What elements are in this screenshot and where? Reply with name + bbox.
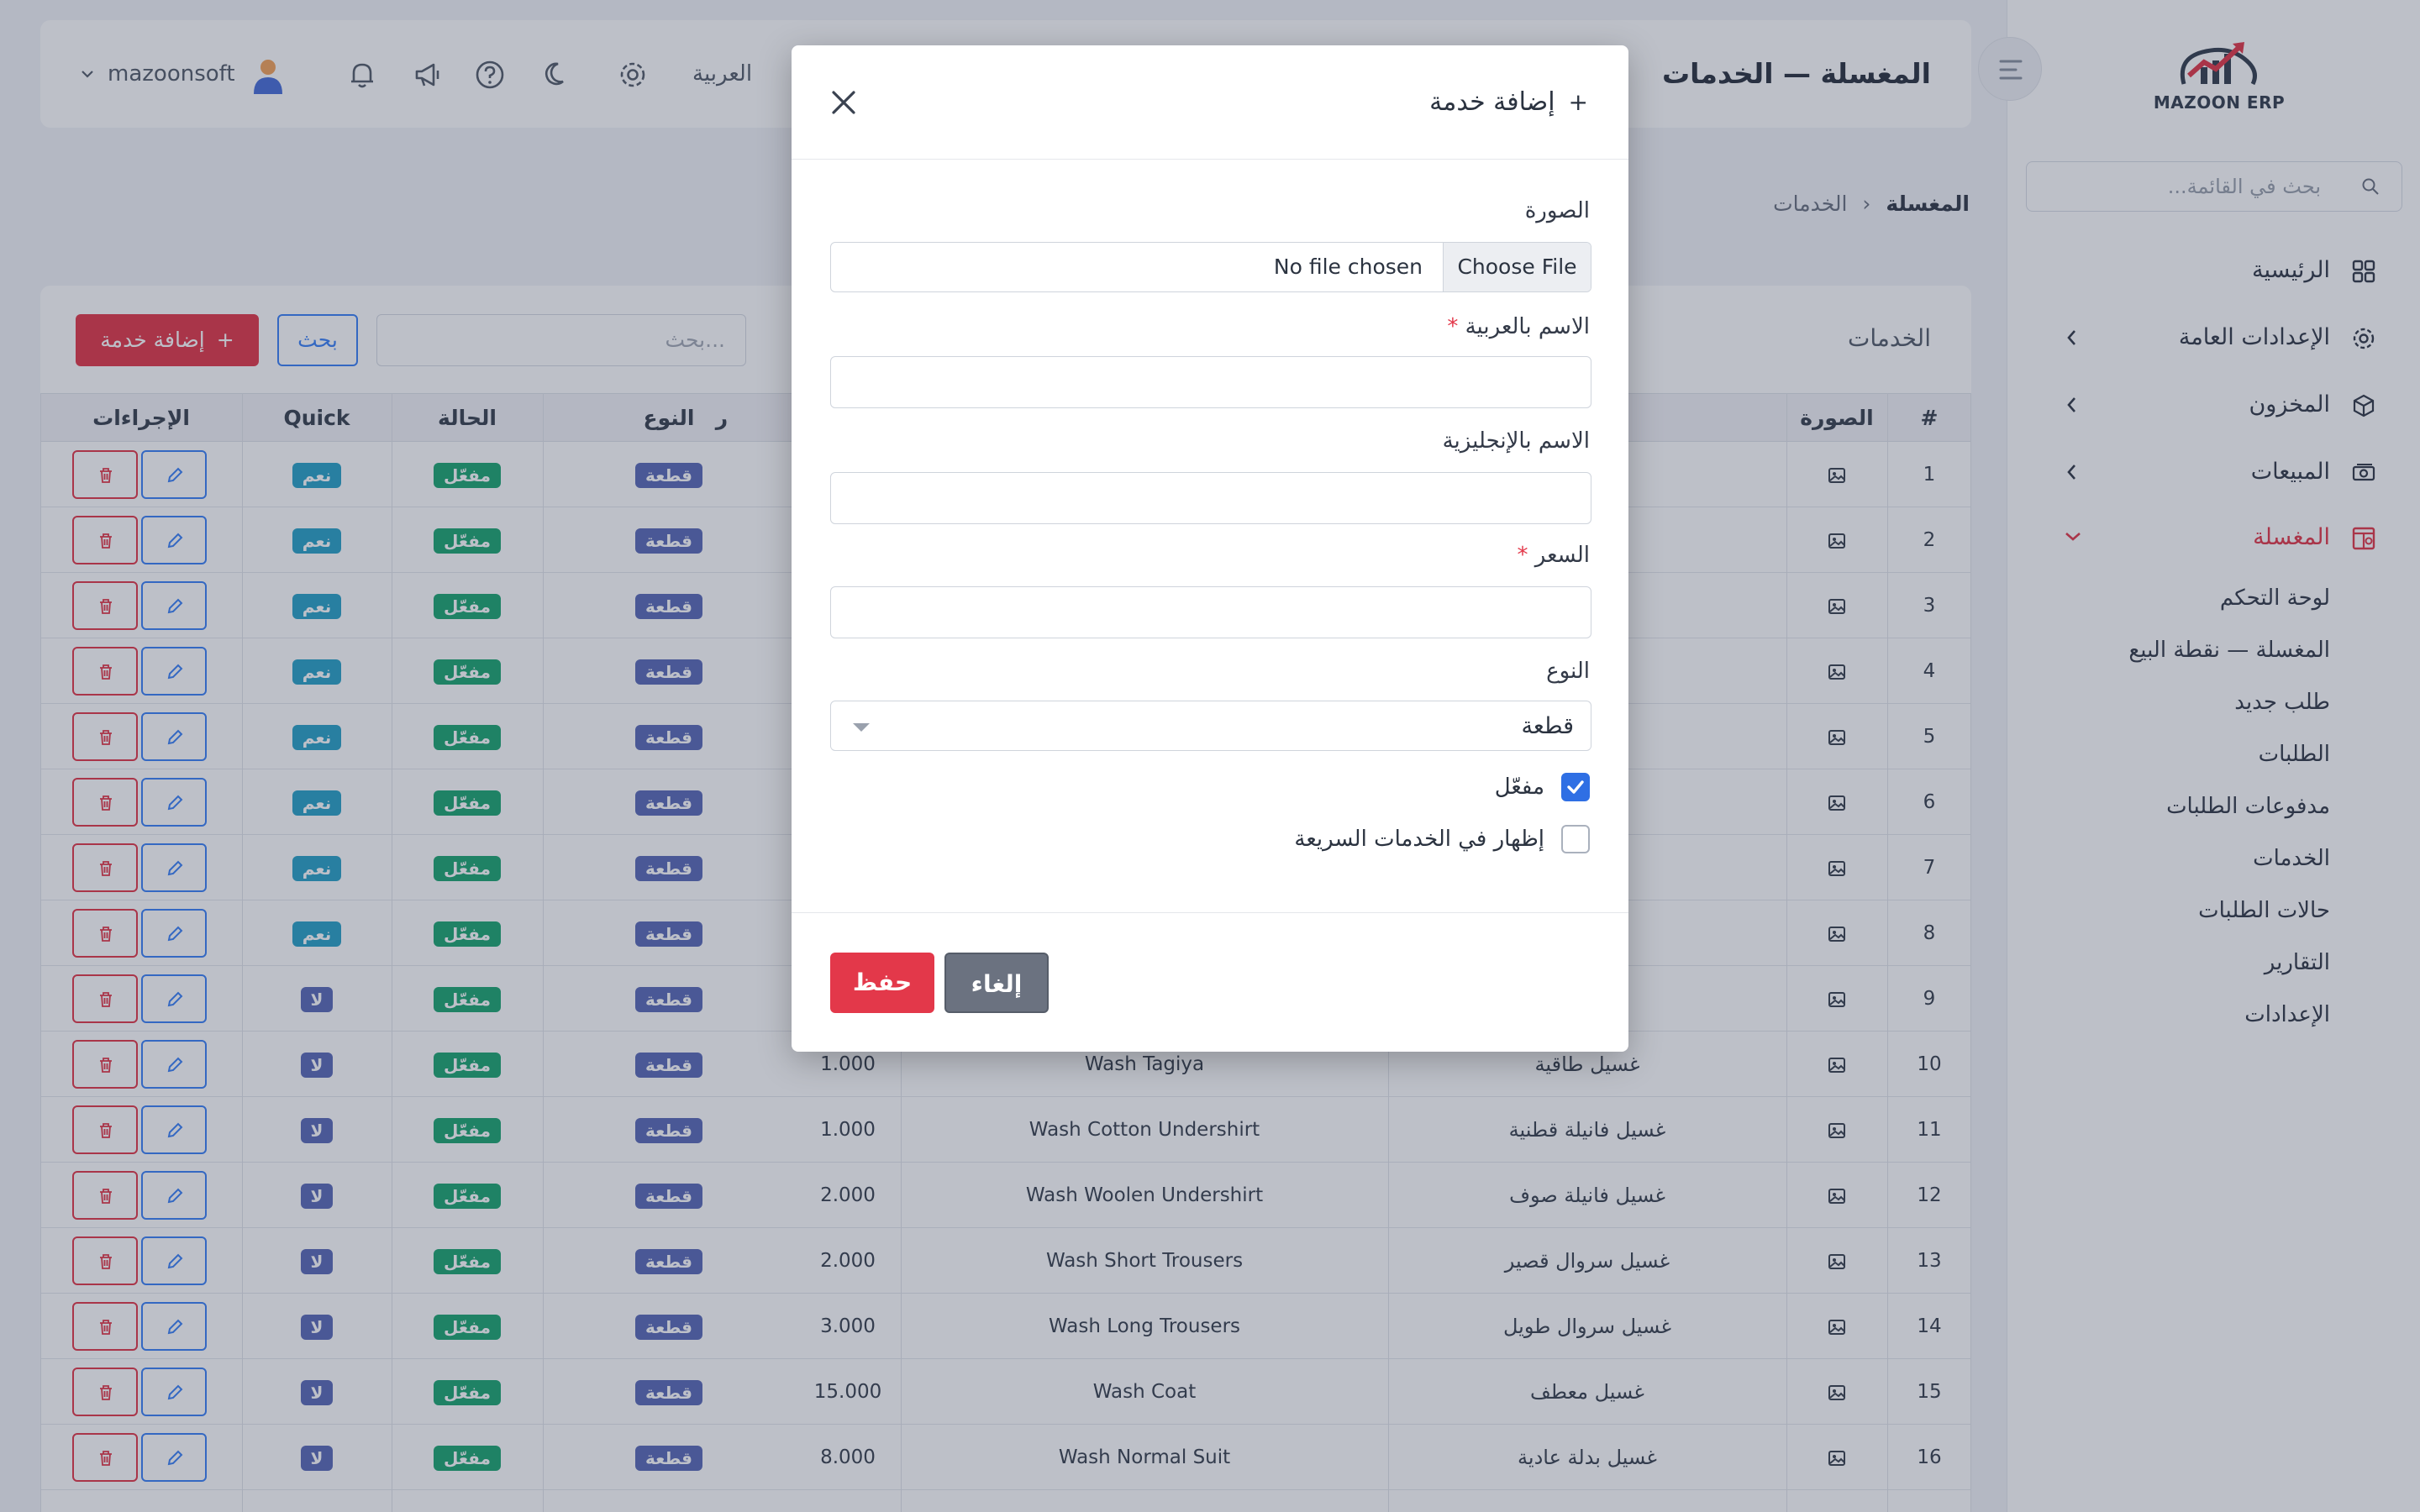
quick-services-checkbox[interactable] [1561,825,1590,853]
modal-title: + إضافة خدمة [1429,45,1588,160]
name-ar-label: الاسم بالعربية * [1447,314,1590,339]
plus-icon: + [1568,88,1588,116]
type-select-value: قطعة [1521,713,1574,739]
name-en-input[interactable] [830,472,1591,524]
check-icon [1567,780,1584,794]
active-checkbox[interactable] [1561,773,1590,801]
add-service-modal: + إضافة خدمة الصورة Choose File No file c… [792,45,1628,1052]
name-en-label: الاسم بالإنجليزية [1442,428,1590,454]
modal-footer-divider [792,912,1628,913]
modal-title-text: إضافة خدمة [1429,87,1555,117]
image-file-input[interactable]: Choose File No file chosen [830,242,1591,292]
price-label-text: السعر [1534,543,1590,568]
active-label[interactable]: مفعّل [1495,773,1544,801]
price-label: السعر * [1518,543,1591,568]
choose-file-button[interactable]: Choose File [1443,243,1591,291]
save-button[interactable]: حفظ [830,953,934,1013]
close-icon[interactable] [829,87,859,118]
name-ar-input[interactable] [830,356,1591,408]
cancel-button[interactable]: إلغاء [944,953,1049,1013]
file-status: No file chosen [1273,255,1423,279]
required-mark: * [1447,314,1459,339]
price-input[interactable] [830,586,1591,638]
type-select[interactable]: قطعة [830,701,1591,751]
image-label: الصورة [1524,198,1590,223]
caret-down-icon [853,723,870,732]
name-ar-label-text: الاسم بالعربية [1465,314,1590,339]
type-label: النوع [1546,659,1590,684]
quick-services-label[interactable]: إظهار في الخدمات السريعة [1294,825,1544,853]
modal-header: + إضافة خدمة [792,45,1628,160]
required-mark: * [1517,543,1528,568]
